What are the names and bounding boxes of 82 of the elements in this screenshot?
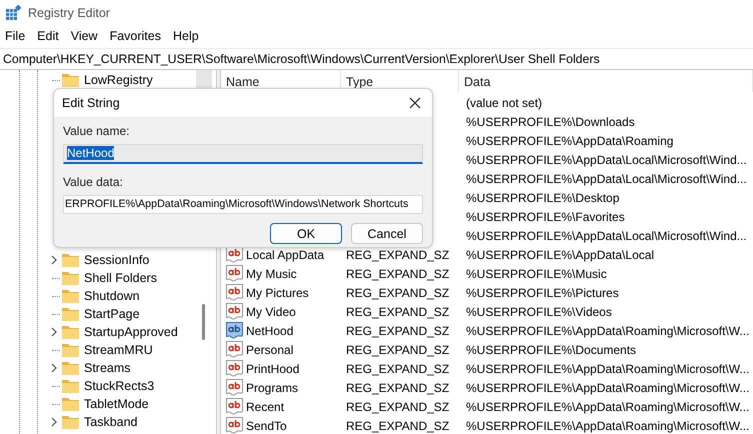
- tree-item[interactable]: Shutdown: [84, 289, 140, 303]
- value-type: REG_EXPAND_SZ: [346, 266, 450, 280]
- folder-icon: [62, 307, 79, 321]
- address-bar[interactable]: Computer\HKEY_CURRENT_USER\Software\Microsoft\Windows\CurrentVersion\Explorer\User Shell Folders: [0, 48, 753, 70]
- value-data: %USERPROFILE%\Favorites: [466, 210, 625, 224]
- folder-icon: [62, 415, 79, 429]
- value-type: REG_EXPAND_SZ: [346, 400, 450, 414]
- value-type: REG_EXPAND_SZ: [346, 324, 450, 338]
- value-type: REG_EXPAND_SZ: [346, 380, 450, 394]
- value-data: %USERPROFILE%\AppData\Roaming\Microsoft\W...: [466, 380, 750, 394]
- window-title: Registry Editor: [28, 6, 110, 20]
- value-data: %USERPROFILE%\AppData\Roaming\Microsoft\W...: [466, 362, 750, 376]
- value-data-field[interactable]: ERPROFILE%\AppData\Roaming\Microsoft\Windows\Network Shortcuts: [63, 195, 423, 214]
- value-type: REG_EXPAND_SZ: [346, 418, 450, 432]
- value-data: %USERPROFILE%\AppData\Roaming: [466, 134, 674, 148]
- tree-item[interactable]: LowRegistry: [84, 73, 153, 87]
- value-data: %USERPROFILE%\Pictures: [466, 286, 619, 300]
- tree-item[interactable]: Taskband: [84, 415, 138, 429]
- tree-item[interactable]: TabletMode: [84, 397, 149, 411]
- folder-icon: [62, 343, 79, 357]
- chevron-right-icon[interactable]: [50, 255, 58, 265]
- field-label: Value name:: [63, 124, 130, 139]
- folder-icon: [62, 73, 79, 87]
- value-data: %USERPROFILE%\AppData\Roaming\Microsoft\W...: [466, 324, 750, 338]
- folder-icon: [62, 271, 79, 285]
- value-data: %USERPROFILE%\Documents: [466, 342, 636, 356]
- value-type: REG_EXPAND_SZ: [346, 248, 450, 262]
- chevron-right-icon[interactable]: [50, 327, 58, 337]
- value-name[interactable]: Local AppData: [246, 248, 324, 262]
- tree-item[interactable]: StartPage: [84, 307, 140, 321]
- value-name[interactable]: Personal: [246, 342, 294, 356]
- tree-item[interactable]: StuckRects3: [84, 379, 154, 393]
- tree-item[interactable]: StreamMRU: [84, 343, 153, 357]
- value-type: REG_EXPAND_SZ: [346, 304, 450, 318]
- value-name[interactable]: SendTo: [246, 418, 287, 432]
- value-data: %USERPROFILE%\Videos: [466, 304, 612, 318]
- folder-icon: [62, 325, 79, 339]
- close-icon[interactable]: [409, 97, 421, 109]
- value-data: %USERPROFILE%\Downloads: [466, 114, 635, 128]
- menu-item[interactable]: Help: [168, 29, 206, 43]
- cancel-button[interactable]: Cancel: [351, 223, 423, 244]
- value-name[interactable]: Recent: [246, 400, 284, 414]
- value-name[interactable]: PrintHood: [246, 362, 300, 376]
- chevron-right-icon[interactable]: [50, 417, 58, 427]
- field-label: Value data:: [63, 175, 124, 190]
- value-name[interactable]: My Pictures: [246, 286, 309, 300]
- value-name[interactable]: Programs: [246, 380, 298, 394]
- value-type: REG_EXPAND_SZ: [346, 286, 450, 300]
- menu-item[interactable]: File: [0, 29, 32, 43]
- value-name[interactable]: My Video: [246, 304, 296, 318]
- ok-button[interactable]: OK: [270, 223, 342, 244]
- value-data: %USERPROFILE%\AppData\Local: [466, 248, 654, 262]
- value-data: %USERPROFILE%\AppData\Local\Microsoft\Wind...: [466, 228, 747, 242]
- folder-icon: [62, 397, 79, 411]
- value-data: %USERPROFILE%\AppData\Local\Microsoft\Wind...: [466, 172, 747, 186]
- value-data: %USERPROFILE%\Desktop: [466, 190, 620, 204]
- value-data: %USERPROFILE%\AppData\Roaming\Microsoft\W...: [466, 400, 750, 414]
- value-name-field[interactable]: NetHood: [63, 144, 423, 164]
- scrollbar-thumb[interactable]: [202, 304, 205, 340]
- tree-item[interactable]: StartupApproved: [84, 325, 178, 339]
- menu-item[interactable]: View: [66, 29, 105, 43]
- value-type: REG_EXPAND_SZ: [346, 362, 450, 376]
- chevron-right-icon[interactable]: [50, 363, 58, 373]
- folder-icon: [62, 379, 79, 393]
- value-name[interactable]: My Music: [246, 266, 297, 280]
- dialog-title: Edit String: [62, 96, 120, 110]
- value-type: REG_EXPAND_SZ: [346, 342, 450, 356]
- menu-item[interactable]: Favorites: [104, 29, 168, 43]
- tree-item[interactable]: Streams: [84, 361, 131, 375]
- value-data: %USERPROFILE%\AppData\Roaming\Microsoft\W...: [466, 418, 750, 432]
- folder-icon: [62, 253, 79, 267]
- menu-item[interactable]: Edit: [32, 29, 66, 43]
- folder-icon: [62, 361, 79, 375]
- tree-item[interactable]: Shell Folders: [84, 271, 157, 285]
- value-data: %USERPROFILE%\Music: [466, 266, 607, 280]
- value-data: (value not set): [466, 96, 542, 110]
- registry-cubes-icon: [5, 5, 21, 21]
- column-header[interactable]: Data: [459, 70, 753, 92]
- value-name[interactable]: NetHood: [246, 324, 294, 338]
- tree-item[interactable]: SessionInfo: [84, 253, 150, 267]
- value-data: %USERPROFILE%\AppData\Local\Microsoft\Wind...: [466, 152, 747, 166]
- folder-icon: [62, 289, 79, 303]
